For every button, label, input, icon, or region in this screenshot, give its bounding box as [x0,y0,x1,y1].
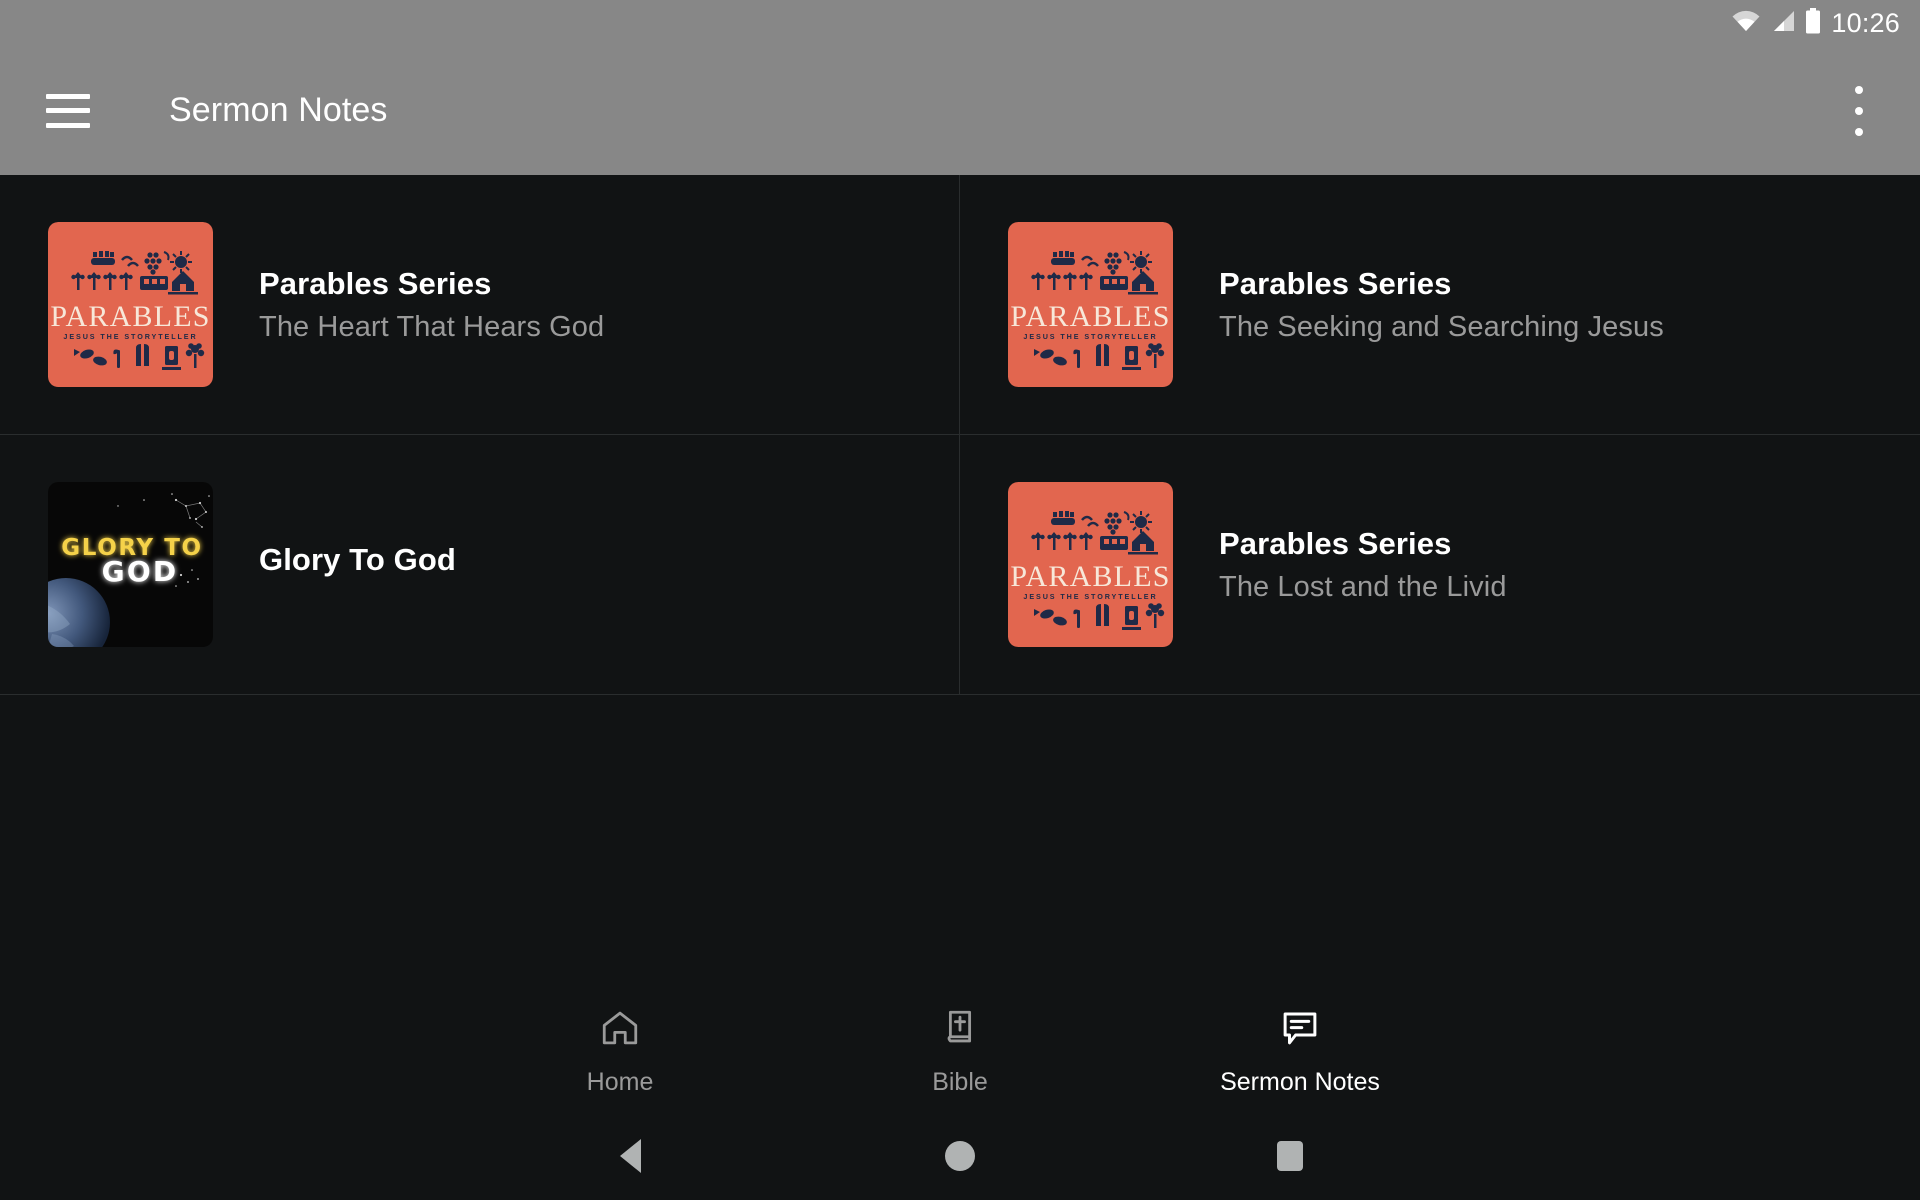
svg-text:PARABLES: PARABLES [50,300,210,333]
list-item-title: Parables Series [1219,525,1452,561]
bible-book-icon [939,1007,981,1054]
list-item-subtitle: The Seeking and Searching Jesus [1219,310,1664,343]
list-item[interactable]: PARABLES JESUS THE STORYTELLER Parables … [960,435,1920,695]
bottom-nav-label-bible: Bible [932,1068,988,1096]
status-bar-clock: 10:26 [1831,7,1900,38]
home-icon [599,1007,641,1054]
list-item[interactable]: PARABLES JESUS THE STORYTELLER Parables … [960,175,1920,435]
bottom-nav-label-home: Home [586,1068,654,1096]
status-bar-icons [1731,7,1821,39]
cellular-signal-icon [1770,9,1796,38]
list-item[interactable]: GLORY TO GOD Glory To God [0,435,960,695]
svg-text:PARABLES: PARABLES [1010,560,1170,593]
svg-text:JESUS THE STORYTELLER: JESUS THE STORYTELLER [63,332,197,341]
bottom-nav-label-sermon-notes: Sermon Notes [1220,1068,1380,1096]
recents-square-icon[interactable] [1125,1141,1455,1171]
status-bar: 10:26 [0,0,1920,46]
list-item-title: Glory To God [259,542,456,577]
list-item-text: Parables Series The Heart That Hears God [259,266,604,344]
battery-icon [1805,7,1821,39]
bottom-navigation: Home Bible Sermon Notes [0,992,1920,1112]
svg-text:GOD: GOD [102,555,179,588]
svg-text:JESUS THE STORYTELLER: JESUS THE STORYTELLER [1023,332,1157,341]
app-bar: Sermon Notes [0,46,1920,175]
parables-series-artwork: PARABLES JESUS THE STORYTELLER [1008,222,1173,387]
list-item-text: Glory To God [259,542,456,587]
android-system-navigation [0,1112,1920,1200]
back-triangle-icon[interactable] [465,1139,795,1173]
hamburger-menu-icon[interactable] [46,93,90,128]
home-circle-icon[interactable] [795,1141,1125,1171]
speech-bubble-notes-icon [1279,1007,1321,1054]
glory-to-god-artwork: GLORY TO GOD [48,482,213,647]
list-item-title: Parables Series [259,265,492,301]
list-item-subtitle: The Lost and the Livid [1219,570,1507,603]
parables-series-artwork: PARABLES JESUS THE STORYTELLER [1008,482,1173,647]
list-item[interactable]: PARABLES JESUS THE STORYTELLER Parables … [0,175,960,435]
svg-text:PARABLES: PARABLES [1010,300,1170,333]
page-title: Sermon Notes [169,91,388,129]
bottom-nav-item-bible[interactable]: Bible [790,1007,1130,1097]
list-item-subtitle: The Heart That Hears God [259,310,605,343]
bottom-nav-item-home[interactable]: Home [450,1007,790,1097]
svg-text:JESUS THE STORYTELLER: JESUS THE STORYTELLER [1023,592,1157,601]
list-item-text: Parables Series The Seeking and Searchin… [1219,266,1664,344]
app-root: 10:26 Sermon Notes PARABLES JESUS THE ST… [0,0,1920,1200]
list-item-title: Parables Series [1219,265,1452,301]
wifi-icon [1731,9,1761,38]
bottom-nav-item-sermon-notes[interactable]: Sermon Notes [1130,1007,1470,1097]
overflow-menu-icon[interactable] [1836,82,1882,140]
list-item-text: Parables Series The Lost and the Livid [1219,526,1507,604]
sermon-notes-grid: PARABLES JESUS THE STORYTELLER Parables … [0,175,1920,835]
parables-series-artwork: PARABLES JESUS THE STORYTELLER [48,222,213,387]
